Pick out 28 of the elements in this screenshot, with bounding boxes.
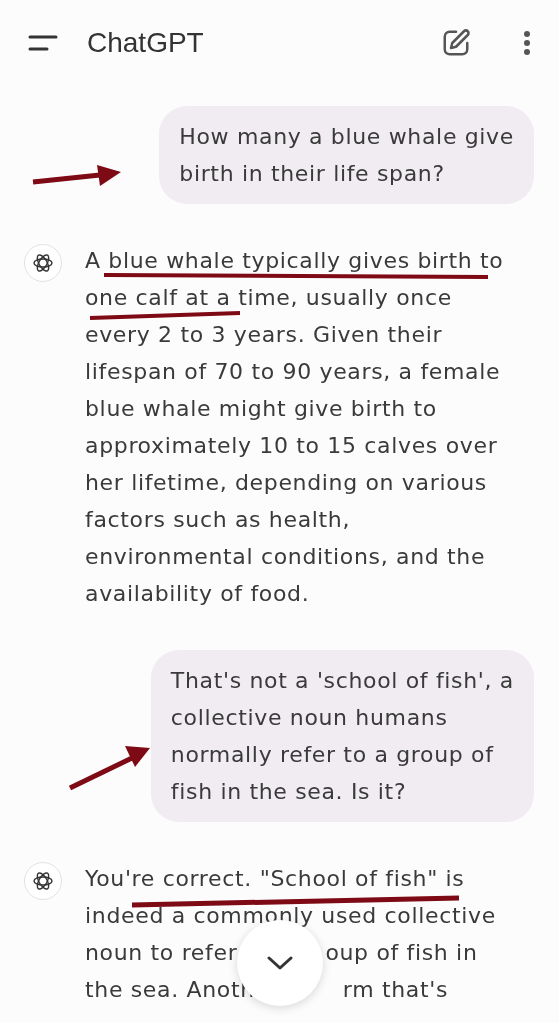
message-text: availability of food. [85,582,310,605]
menu-icon[interactable] [28,34,58,52]
more-options-icon[interactable] [523,30,531,56]
app-title: ChatGPT [87,26,204,60]
new-chat-icon[interactable] [441,28,471,58]
message-text: indeed a commonly used collective [85,904,496,927]
message-text: one calf at a time, usually once [85,286,452,309]
message-text: birth in their life span? [179,162,445,185]
message-text: her lifetime, depending on various [85,471,487,494]
message-text: That's not a 'school of fish', a [170,669,514,692]
message-text: environmental conditions, and the [85,545,486,568]
message-text: approximately 10 to 15 calves over [85,434,498,457]
message-text: A blue whale typically gives birth to [85,249,504,272]
assistant-avatar-icon [24,244,62,282]
chevron-down-icon [267,956,293,970]
message-text: collective noun humans [170,706,448,729]
message-text: How many a blue whale give [179,125,514,148]
message-text: You're correct. "School of fish" is [85,867,465,890]
message-text: factors such as health, [85,508,351,531]
message-text: blue whale might give birth to [85,397,437,420]
message-text: lifespan of 70 to 90 years, a female [85,360,501,383]
assistant-avatar-icon [24,862,62,900]
message-text: noun to refer [85,941,238,964]
message-text: normally refer to a group of [170,743,494,766]
message-text: rm that's [342,978,449,1001]
message-text: oup of fish in [325,941,478,964]
message-text: every 2 to 3 years. Given their [85,323,443,346]
message-text: fish in the sea. Is it? [170,780,407,803]
